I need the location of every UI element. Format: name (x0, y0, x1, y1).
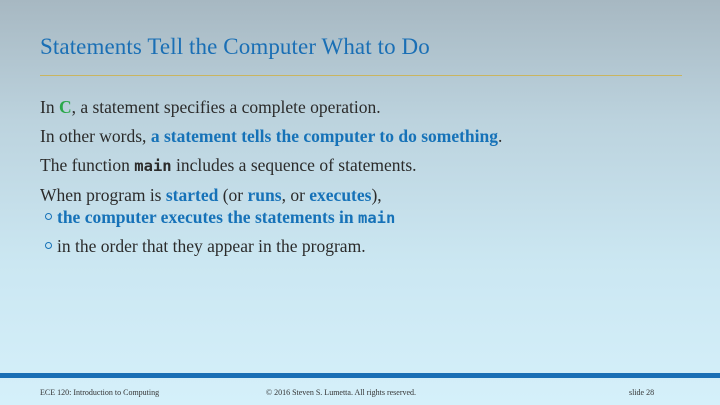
code-main: main (358, 209, 396, 227)
text: ), (371, 185, 382, 205)
text: , a statement specifies a complete opera… (71, 97, 381, 117)
text: includes a sequence of statements. (171, 155, 417, 175)
text: (or (218, 185, 248, 205)
slide: Statements Tell the Computer What to Do … (0, 0, 720, 405)
circle-bullet-icon (45, 242, 52, 249)
bullet-text: in the order that they appear in the pro… (57, 236, 366, 256)
text: In other words, (40, 126, 151, 146)
footer-copyright: © 2016 Steven S. Lumetta. All rights res… (266, 388, 417, 397)
title-divider (40, 75, 682, 76)
code-main: main (134, 157, 172, 175)
text: The function (40, 155, 135, 175)
keyword-started: started (165, 185, 219, 205)
footer-slide-number: slide 28 (629, 388, 655, 397)
list-item: in the order that they appear in the pro… (40, 236, 510, 256)
text: . (498, 126, 503, 146)
paragraph-program-started: When program is started (or runs, or exe… (40, 185, 510, 205)
keyword-executes: executes (309, 185, 372, 205)
bullet-text: the computer executes the statements in (57, 207, 358, 227)
emphasis-text: a statement tells the computer to do som… (150, 126, 499, 146)
paragraph-in-other-words: In other words, a statement tells the co… (40, 126, 510, 146)
sub-bullet-list: the computer executes the statements in … (40, 207, 510, 256)
text: In (40, 97, 59, 117)
c-language-keyword: C (58, 97, 72, 117)
paragraph-main-function: The function main includes a sequence of… (40, 155, 510, 176)
footer-bar (0, 373, 720, 378)
keyword-runs: runs (247, 185, 282, 205)
slide-body: In C, a statement specifies a complete o… (40, 97, 510, 264)
circle-bullet-icon (45, 213, 52, 220)
paragraph-statement-definition: In C, a statement specifies a complete o… (40, 97, 510, 117)
footer-course: ECE 120: Introduction to Computing (40, 388, 160, 397)
text: When program is (40, 185, 166, 205)
slide-title: Statements Tell the Computer What to Do (40, 34, 430, 59)
text: , or (281, 185, 310, 205)
list-item: the computer executes the statements in … (40, 207, 510, 228)
